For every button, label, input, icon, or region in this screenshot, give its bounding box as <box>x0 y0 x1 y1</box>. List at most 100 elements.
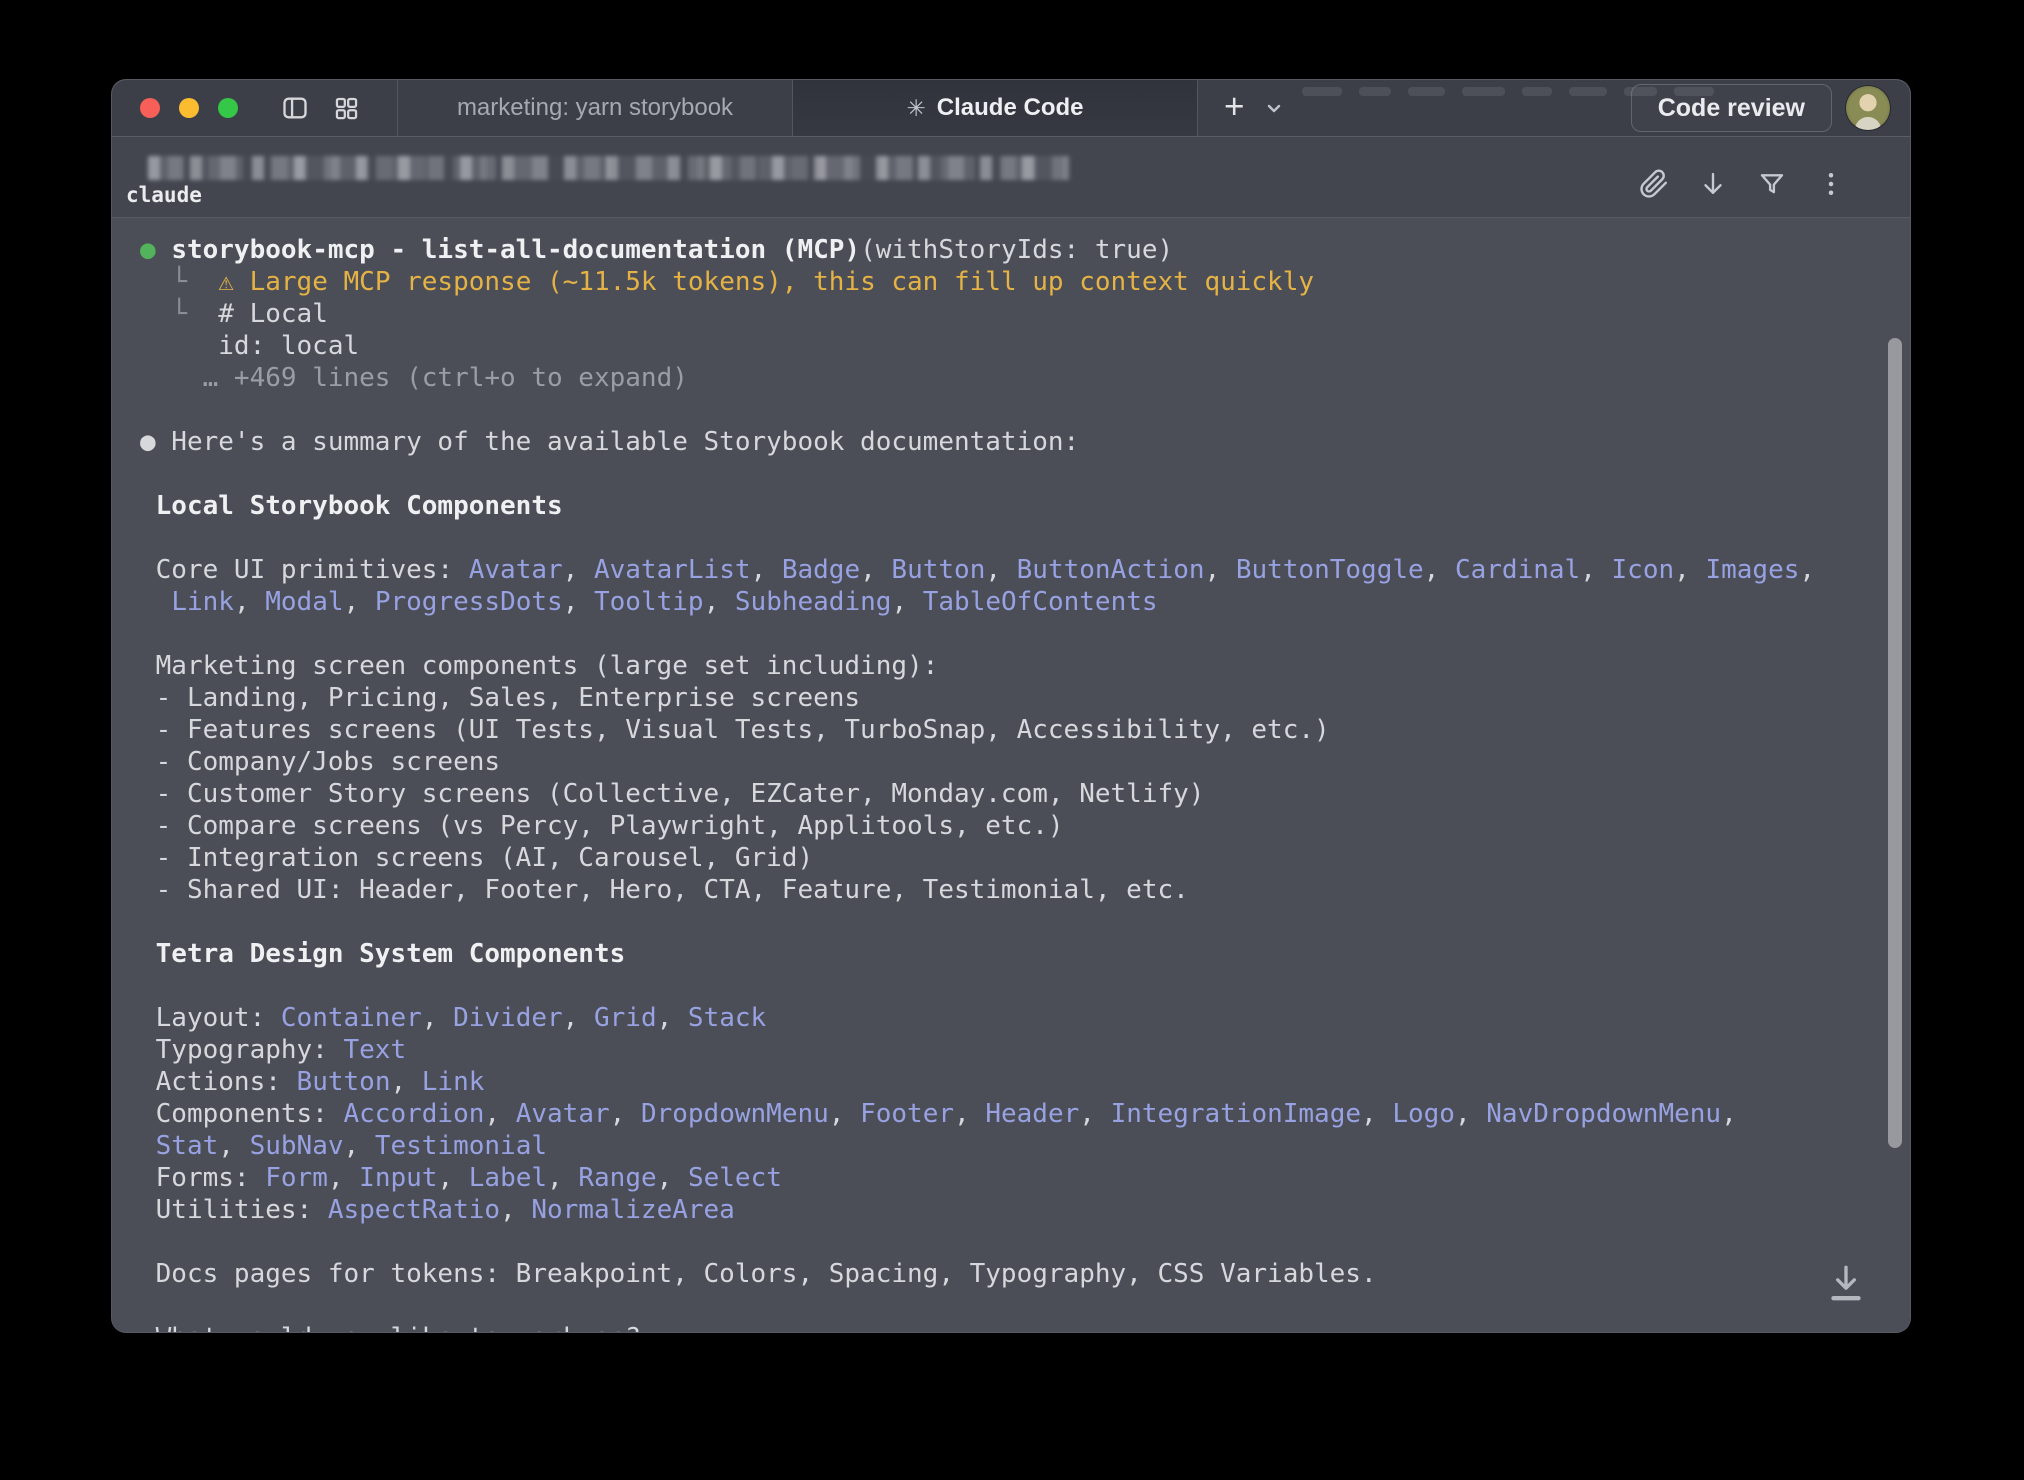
terminal-line: └ ⚠ Large MCP response (~11.5k tokens), … <box>140 266 1910 298</box>
component-doc-link[interactable]: IntegrationImage <box>1111 1099 1361 1129</box>
tab-claude-code[interactable]: ✳ Claude Code <box>792 80 1197 136</box>
terminal-line: - Compare screens (vs Percy, Playwright,… <box>140 810 1910 842</box>
terminal-line: Forms: Form, Input, Label, Range, Select <box>140 1162 1910 1194</box>
component-doc-link[interactable]: SubNav <box>250 1131 344 1161</box>
terminal-blank-line <box>140 618 1910 650</box>
component-doc-link[interactable]: Subheading <box>735 587 892 617</box>
terminal-lines: ● storybook-mcp - list-all-documentation… <box>140 234 1910 1332</box>
component-doc-link[interactable]: Button <box>297 1067 391 1097</box>
terminal-line: Marketing screen components (large set i… <box>140 650 1910 682</box>
terminal-blank-line <box>140 1290 1910 1322</box>
component-doc-link[interactable]: NavDropdownMenu <box>1486 1099 1721 1129</box>
sidebar-toggle-icon[interactable] <box>281 94 309 122</box>
terminal-blank-line <box>140 522 1910 554</box>
terminal-line: … +469 lines (ctrl+o to expand) <box>140 362 1910 394</box>
component-doc-link[interactable]: Icon <box>1612 555 1675 585</box>
desktop-background: { "colors": { "accent_link": "#98a2e2", … <box>0 0 2024 1480</box>
component-doc-link[interactable]: Container <box>281 1003 422 1033</box>
component-doc-link[interactable]: Select <box>688 1163 782 1193</box>
terminal-output: ● storybook-mcp - list-all-documentation… <box>112 218 1910 1332</box>
component-doc-link[interactable]: Stat <box>156 1131 219 1161</box>
component-doc-link[interactable]: ButtonAction <box>1017 555 1205 585</box>
terminal-line: id: local <box>140 330 1910 362</box>
terminal-line: - Integration screens (AI, Carousel, Gri… <box>140 842 1910 874</box>
component-doc-link[interactable]: DropdownMenu <box>641 1099 829 1129</box>
redacted-tab-titles <box>1302 87 1714 96</box>
download-icon[interactable] <box>1698 169 1728 199</box>
terminal-line: - Customer Story screens (Collective, EZ… <box>140 778 1910 810</box>
component-doc-link[interactable]: Form <box>265 1163 328 1193</box>
component-doc-link[interactable]: Button <box>891 555 985 585</box>
component-doc-link[interactable]: Footer <box>860 1099 954 1129</box>
component-doc-link[interactable]: Grid <box>594 1003 657 1033</box>
scrollbar-thumb[interactable] <box>1888 338 1902 1148</box>
component-doc-link[interactable]: Stack <box>688 1003 766 1033</box>
terminal-blank-line <box>140 458 1910 490</box>
component-doc-link[interactable]: Badge <box>782 555 860 585</box>
terminal-line: Tetra Design System Components <box>140 938 1910 970</box>
terminal-blank-line <box>140 1226 1910 1258</box>
terminal-blank-line <box>140 394 1910 426</box>
terminal-line: Components: Accordion, Avatar, DropdownM… <box>140 1098 1910 1130</box>
terminal-line: ● Here's a summary of the available Stor… <box>140 426 1910 458</box>
terminal-line: Layout: Container, Divider, Grid, Stack <box>140 1002 1910 1034</box>
component-doc-link[interactable]: Logo <box>1392 1099 1455 1129</box>
terminal-line: Link, Modal, ProgressDots, Tooltip, Subh… <box>140 586 1910 618</box>
tab-bar-right-section: + Code review <box>1197 80 1910 136</box>
terminal-line: └ # Local <box>140 298 1910 330</box>
terminal-line: Core UI primitives: Avatar, AvatarList, … <box>140 554 1910 586</box>
terminal-blank-line <box>140 906 1910 938</box>
filter-icon[interactable] <box>1757 169 1787 199</box>
tab-marketing-yarn-storybook[interactable]: marketing: yarn storybook <box>397 80 792 136</box>
component-doc-link[interactable]: Divider <box>453 1003 563 1033</box>
more-options-icon[interactable] <box>1816 169 1846 199</box>
component-doc-link[interactable]: Cardinal <box>1455 555 1580 585</box>
terminal-line: - Landing, Pricing, Sales, Enterprise sc… <box>140 682 1910 714</box>
tab-overview-icon[interactable] <box>333 95 360 122</box>
scroll-to-bottom-icon[interactable] <box>1826 1262 1866 1306</box>
component-doc-link[interactable]: Text <box>344 1035 407 1065</box>
component-doc-link[interactable]: ButtonToggle <box>1236 555 1424 585</box>
tab-label: marketing: yarn storybook <box>457 94 733 122</box>
component-doc-link[interactable]: NormalizeArea <box>531 1195 735 1225</box>
component-doc-link[interactable]: Link <box>422 1067 485 1097</box>
terminal-blank-line <box>140 970 1910 1002</box>
component-doc-link[interactable]: Avatar <box>516 1099 610 1129</box>
terminal-line: Typography: Text <box>140 1034 1910 1066</box>
component-doc-link[interactable]: Tooltip <box>594 587 704 617</box>
component-doc-link[interactable]: Header <box>985 1099 1079 1129</box>
terminal-line: Utilities: AspectRatio, NormalizeArea <box>140 1194 1910 1226</box>
claude-spark-icon: ✳ <box>907 95 926 122</box>
terminal-line: Stat, SubNav, Testimonial <box>140 1130 1910 1162</box>
component-doc-link[interactable]: Images <box>1705 555 1799 585</box>
component-doc-link[interactable]: ProgressDots <box>375 587 563 617</box>
minimize-window-button[interactable] <box>179 98 199 118</box>
terminal-header-actions <box>1639 169 1846 199</box>
component-doc-link[interactable]: Label <box>469 1163 547 1193</box>
component-doc-link[interactable]: Link <box>171 587 234 617</box>
component-doc-link[interactable]: Input <box>359 1163 437 1193</box>
paperclip-icon[interactable] <box>1639 169 1669 199</box>
new-tab-button[interactable]: + <box>1224 89 1244 124</box>
terminal-line: - Features screens (UI Tests, Visual Tes… <box>140 714 1910 746</box>
component-doc-link[interactable]: AspectRatio <box>328 1195 500 1225</box>
component-doc-link[interactable]: Avatar <box>469 555 563 585</box>
redacted-command-text <box>148 156 1070 180</box>
new-tab-chevron-icon[interactable] <box>1264 98 1284 118</box>
terminal-line: Local Storybook Components <box>140 490 1910 522</box>
terminal-line: ● storybook-mcp - list-all-documentation… <box>140 234 1910 266</box>
component-doc-link[interactable]: AvatarList <box>594 555 751 585</box>
component-doc-link[interactable]: Range <box>578 1163 656 1193</box>
zoom-window-button[interactable] <box>218 98 238 118</box>
tab-bar: marketing: yarn storybook ✳ Claude Code … <box>112 80 1910 137</box>
component-doc-link[interactable]: Accordion <box>344 1099 485 1129</box>
component-doc-link[interactable]: Testimonial <box>375 1131 547 1161</box>
terminal-line: What would you like to work on? <box>140 1322 1910 1332</box>
close-window-button[interactable] <box>140 98 160 118</box>
component-doc-link[interactable]: TableOfContents <box>923 587 1158 617</box>
component-doc-link[interactable]: Modal <box>265 587 343 617</box>
user-avatar[interactable] <box>1846 86 1890 130</box>
app-window: marketing: yarn storybook ✳ Claude Code … <box>112 80 1910 1332</box>
terminal-line: - Shared UI: Header, Footer, Hero, CTA, … <box>140 874 1910 906</box>
terminal-header: claude <box>112 137 1910 218</box>
